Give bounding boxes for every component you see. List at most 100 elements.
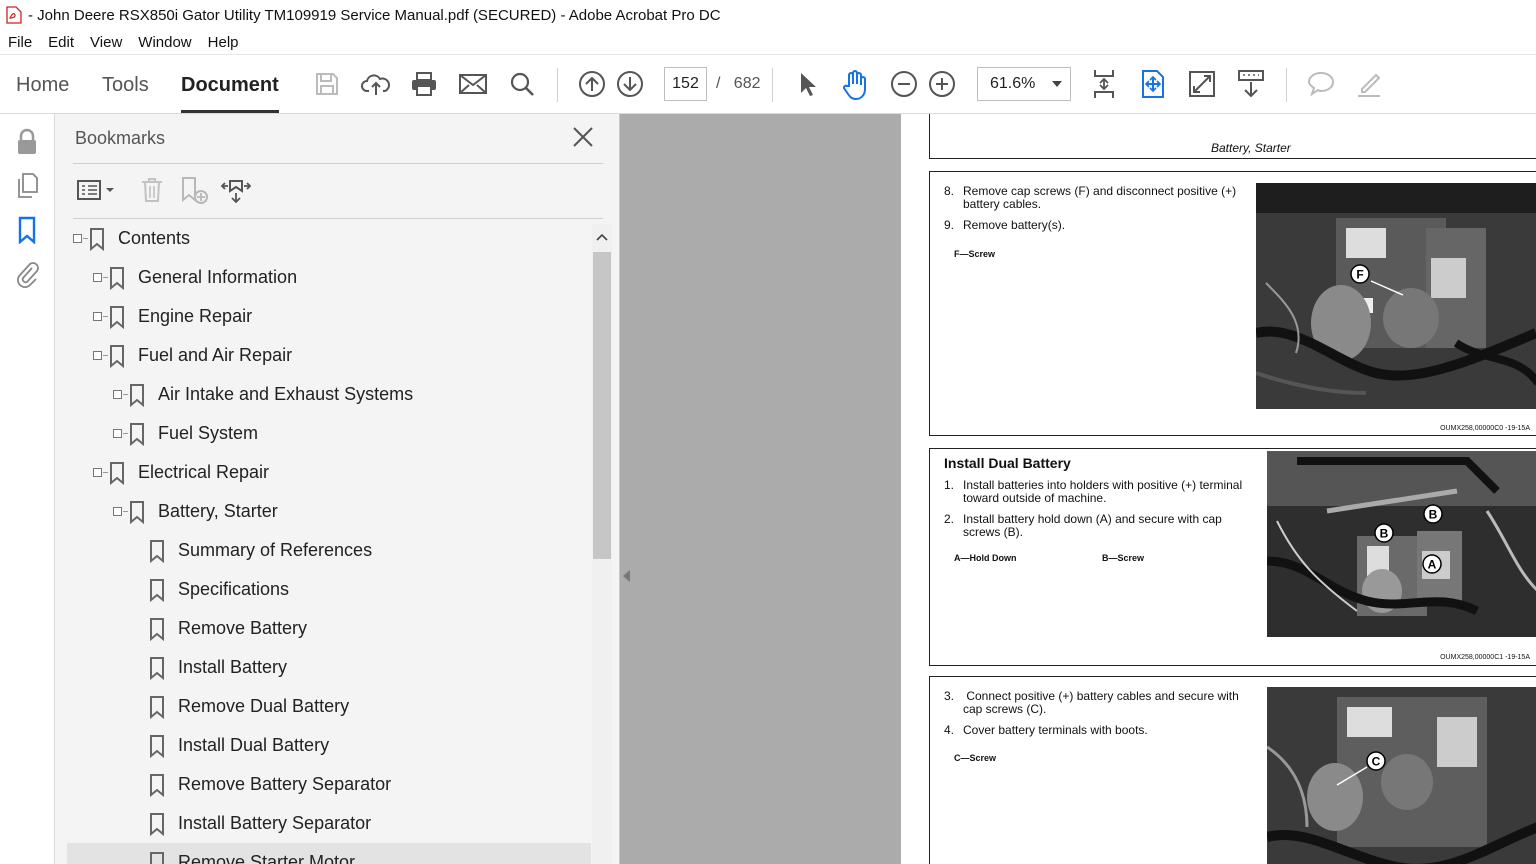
bookmarks-scrollbar[interactable] [592, 224, 612, 864]
expand-bookmark-icon[interactable] [219, 172, 253, 208]
bookmark-label: Battery, Starter [158, 501, 278, 521]
callout-legend: F—Screw [954, 249, 996, 259]
fit-page-icon[interactable] [1136, 67, 1170, 101]
lock-icon[interactable] [12, 126, 42, 158]
previous-page-icon[interactable] [575, 67, 609, 101]
bookmark-item[interactable]: General Information [67, 258, 591, 297]
bookmark-label: Air Intake and Exhaust Systems [158, 384, 414, 404]
delete-bookmark-icon[interactable] [135, 172, 169, 208]
page-number-input[interactable]: 152 [664, 67, 707, 101]
bookmark-item[interactable]: Fuel System [67, 414, 591, 453]
bookmark-item[interactable]: Fuel and Air Repair [67, 336, 591, 375]
photo-callout-c: C [1372, 755, 1381, 769]
scroll-up-icon[interactable] [596, 232, 608, 244]
scrollbar-thumb[interactable] [593, 252, 611, 559]
menu-view[interactable]: View [90, 34, 122, 51]
bookmark-item[interactable]: Remove Dual Battery [67, 687, 591, 726]
menu-window[interactable]: Window [138, 34, 191, 51]
bookmark-item[interactable]: Remove Battery [67, 609, 591, 648]
bookmark-item[interactable]: Specifications [67, 570, 591, 609]
bookmark-item[interactable]: Remove Starter Motor [67, 843, 591, 864]
pdf-page: Battery, Starter 8. Remove cap screws (F… [901, 114, 1536, 864]
bookmark-flag-icon [148, 851, 166, 864]
tab-home[interactable]: Home [16, 55, 69, 115]
bookmark-label: Remove Battery Separator [178, 774, 392, 794]
instruction-block-remove-battery: 8. Remove cap screws (F) and disconnect … [929, 171, 1536, 436]
new-bookmark-icon[interactable] [177, 172, 211, 208]
menu-edit[interactable]: Edit [48, 34, 74, 51]
zoom-out-icon[interactable] [887, 67, 921, 101]
cloud-upload-icon[interactable] [359, 67, 393, 101]
zoom-value: 61.6% [990, 75, 1036, 92]
step-text: Remove cap screws (F) and disconnect pos… [963, 184, 1237, 211]
bookmark-item[interactable]: Air Intake and Exhaust Systems [67, 375, 591, 414]
page-count: 682 [733, 75, 761, 92]
step-number: 8. [944, 184, 955, 198]
bookmark-label: Electrical Repair [138, 462, 270, 482]
callout-legend: C—Screw [954, 753, 997, 763]
callout-legend: A—Hold Down [954, 553, 1017, 563]
bookmark-icon[interactable] [12, 214, 42, 246]
bookmark-label: Install Battery Separator [178, 813, 372, 833]
tree-expander-icon[interactable] [93, 312, 102, 321]
bookmark-item[interactable]: Battery, Starter [67, 492, 591, 531]
dual-battery-photo: B B A [1267, 451, 1536, 637]
save-icon[interactable] [310, 67, 344, 101]
email-icon[interactable] [456, 67, 490, 101]
hand-tool-icon[interactable] [838, 67, 872, 101]
bookmark-flag-icon [108, 305, 126, 330]
bookmark-item[interactable]: Install Battery [67, 648, 591, 687]
bookmark-options-icon[interactable] [75, 172, 117, 208]
zoom-select[interactable]: 61.6% [977, 67, 1071, 101]
highlight-pen-icon[interactable] [1352, 67, 1386, 101]
tree-expander-icon[interactable] [113, 390, 122, 399]
tree-expander-icon[interactable] [113, 429, 122, 438]
zoom-in-icon[interactable] [925, 67, 959, 101]
step-text: Connect positive (+) battery cables and … [963, 689, 1243, 716]
left-navigation-rail [0, 114, 55, 864]
tree-expander-icon[interactable] [73, 234, 82, 243]
bookmark-item[interactable]: Electrical Repair [67, 453, 591, 492]
tree-expander-icon[interactable] [93, 468, 102, 477]
collapse-panel-icon[interactable] [623, 570, 630, 582]
bookmark-item[interactable]: Install Battery Separator [67, 804, 591, 843]
bookmark-label: Engine Repair [138, 306, 253, 326]
bookmark-flag-icon [128, 422, 146, 447]
next-page-icon[interactable] [613, 67, 647, 101]
bookmark-item[interactable]: Engine Repair [67, 297, 591, 336]
bookmark-item[interactable]: Install Dual Battery [67, 726, 591, 765]
bookmark-item[interactable]: Contents [67, 219, 591, 258]
step-number: 2. [944, 512, 955, 526]
scrolling-mode-icon[interactable] [1087, 67, 1121, 101]
bookmark-flag-icon [108, 266, 126, 291]
bookmark-label: Specifications [178, 579, 290, 599]
step-text: Cover battery terminals with boots. [963, 723, 1148, 737]
bookmark-label: Remove Battery [178, 618, 308, 638]
menu-file[interactable]: File [8, 34, 32, 51]
full-screen-icon[interactable] [1185, 67, 1219, 101]
print-icon[interactable] [407, 67, 441, 101]
bookmark-flag-icon [128, 500, 146, 525]
menu-help[interactable]: Help [208, 34, 239, 51]
tree-expander-icon[interactable] [93, 351, 102, 360]
instruction-block-install-dual-battery: Install Dual Battery 1. Install batterie… [929, 448, 1536, 666]
bookmark-flag-icon [148, 773, 166, 798]
photo-callout-b: B [1380, 527, 1389, 541]
pdf-file-icon [6, 6, 22, 24]
close-icon[interactable] [570, 124, 596, 150]
tree-expander-icon[interactable] [113, 507, 122, 516]
attachment-icon[interactable] [12, 258, 42, 290]
bookmark-item[interactable]: Summary of References [67, 531, 591, 570]
bookmark-item[interactable]: Remove Battery Separator [67, 765, 591, 804]
step-text: Install batteries into holders with posi… [963, 478, 1243, 505]
page-thumbnails-icon[interactable] [12, 170, 42, 202]
main-toolbar: Home Tools Document 152 / 682 61.6% [0, 54, 1536, 114]
comment-icon[interactable] [1304, 67, 1338, 101]
select-cursor-icon[interactable] [790, 67, 824, 101]
tab-tools[interactable]: Tools [102, 55, 149, 115]
tab-document[interactable]: Document [181, 55, 279, 115]
toolbar-divider [557, 68, 558, 102]
tree-expander-icon[interactable] [93, 273, 102, 282]
read-mode-icon[interactable] [1234, 67, 1268, 101]
search-icon[interactable] [505, 67, 539, 101]
